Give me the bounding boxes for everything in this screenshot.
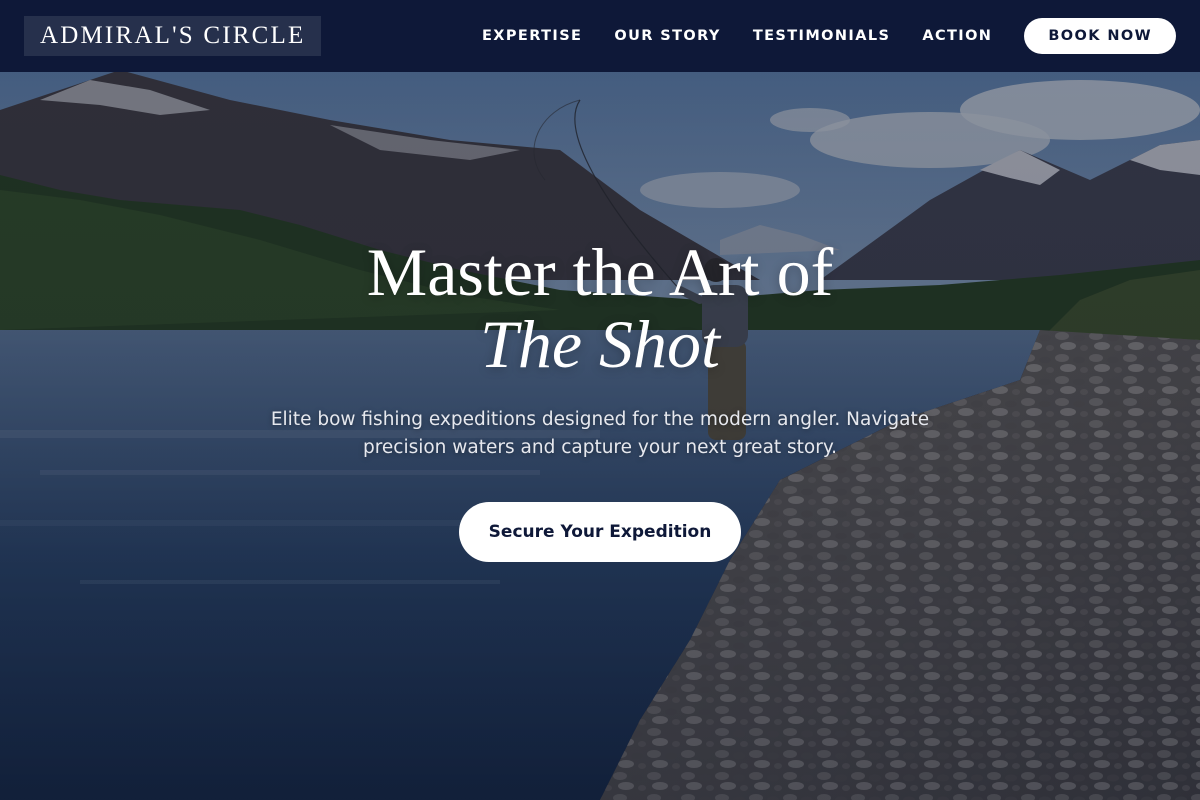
secure-expedition-button[interactable]: Secure Your Expedition [459, 502, 741, 562]
hero-title: Master the Art of The Shot [0, 236, 1200, 380]
nav-link-expertise[interactable]: EXPERTISE [482, 28, 582, 44]
hero-subtitle: Elite bow fishing expeditions designed f… [270, 409, 930, 458]
nav-link-action[interactable]: ACTION [922, 28, 992, 44]
nav-link-our-story[interactable]: OUR STORY [614, 28, 720, 44]
book-now-button[interactable]: BOOK NOW [1024, 18, 1176, 54]
hero-title-line1: Master the Art of [366, 234, 834, 310]
brand-logo[interactable]: ADMIRAL'S CIRCLE [24, 16, 322, 56]
hero-title-line2: The Shot [480, 306, 720, 382]
page: ADMIRAL'S CIRCLE EXPERTISE OUR STORY TES… [0, 0, 1200, 800]
site-header: ADMIRAL'S CIRCLE EXPERTISE OUR STORY TES… [0, 0, 1200, 72]
hero-section: Master the Art of The Shot Elite bow fis… [0, 236, 1200, 562]
main-nav: EXPERTISE OUR STORY TESTIMONIALS ACTION … [482, 18, 1176, 54]
nav-link-testimonials[interactable]: TESTIMONIALS [753, 28, 891, 44]
